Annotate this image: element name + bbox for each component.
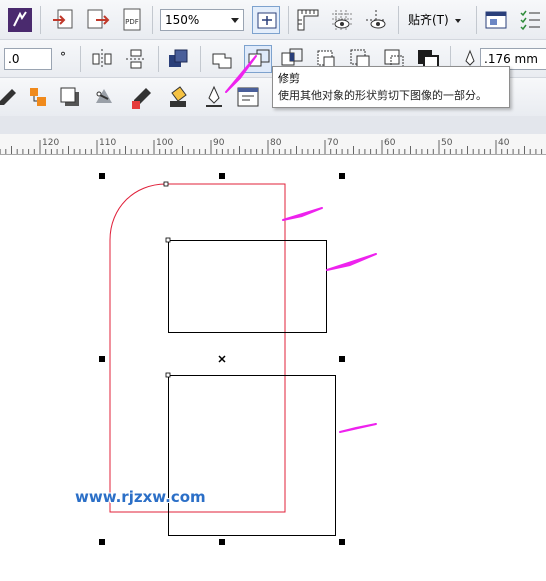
color-eyedropper-icon[interactable] xyxy=(128,83,156,111)
trim-button[interactable] xyxy=(244,45,272,73)
selection-handle[interactable] xyxy=(99,356,105,362)
toolbar-separator xyxy=(398,6,399,34)
ruler-label: 90 xyxy=(213,138,225,148)
tooltip-title: 修剪 xyxy=(278,72,300,85)
ruler-label: 80 xyxy=(270,138,282,148)
node-marker[interactable] xyxy=(163,181,169,187)
toolbar-separator xyxy=(288,6,289,34)
ruler-label: 100 xyxy=(156,138,174,148)
selection-handle[interactable] xyxy=(339,356,345,362)
chevron-down-icon xyxy=(454,18,461,23)
rotation-center-mark[interactable] xyxy=(218,355,226,363)
selection-handle[interactable] xyxy=(339,173,345,179)
annotation-arrow xyxy=(339,423,377,433)
standard-toolbar: PDF 150% 贴齐(T) xyxy=(0,0,546,40)
weld-icon[interactable] xyxy=(208,45,236,73)
upper-rectangle[interactable] xyxy=(168,240,327,333)
ruler-label: 50 xyxy=(441,138,453,148)
node-marker[interactable] xyxy=(165,237,171,243)
document-tab-strip xyxy=(0,116,546,135)
outline-width-value: .176 mm xyxy=(484,52,538,66)
snap-to-label: 贴齐(T) xyxy=(408,13,449,27)
toolbar-separator xyxy=(158,46,159,72)
dropper-tool-icon[interactable] xyxy=(0,83,22,111)
import-icon[interactable] xyxy=(50,6,78,34)
options-checklist-icon[interactable] xyxy=(516,6,544,34)
tooltip-description: 使用其他对象的形状剪切下图像的一部分。 xyxy=(278,89,487,102)
toolbar-separator xyxy=(80,46,81,72)
trimmed-shape-outline[interactable] xyxy=(109,183,286,513)
toolbar-separator xyxy=(152,6,153,34)
drop-shadow-icon[interactable] xyxy=(56,83,84,111)
rotation-angle-value: .0 xyxy=(8,52,20,66)
ruler-label: 120 xyxy=(42,138,60,148)
trim-tooltip: 修剪 使用其他对象的形状剪切下图像的一部分。 xyxy=(272,66,510,108)
show-guidelines-icon[interactable] xyxy=(362,6,390,34)
selection-handle[interactable] xyxy=(219,539,225,545)
full-screen-preview-icon[interactable] xyxy=(252,6,280,34)
mirror-horizontal-icon[interactable] xyxy=(88,45,116,73)
object-properties-icon[interactable] xyxy=(234,83,262,111)
ruler-label: 60 xyxy=(384,138,396,148)
snap-to-dropdown[interactable]: 贴齐(T) xyxy=(408,9,461,31)
transparency-tool-icon[interactable] xyxy=(90,83,118,111)
outline-tool-icon[interactable] xyxy=(200,83,228,111)
toolbar-separator xyxy=(40,6,41,34)
node-marker[interactable] xyxy=(165,372,171,378)
interactive-fill-icon[interactable] xyxy=(164,83,192,111)
export-icon[interactable] xyxy=(84,6,112,34)
zoom-level-dropdown[interactable]: 150% xyxy=(160,9,244,31)
toolbar-separator xyxy=(476,6,477,34)
watermark-text: www.rjzxw.com xyxy=(75,488,206,506)
rotation-angle-input[interactable]: .0 xyxy=(4,48,52,70)
publish-pdf-icon[interactable]: PDF xyxy=(118,6,146,34)
chevron-down-icon xyxy=(231,18,239,23)
ruler-label: 40 xyxy=(498,138,510,148)
ruler-label: 110 xyxy=(99,138,117,148)
selection-handle[interactable] xyxy=(99,173,105,179)
selection-handle[interactable] xyxy=(219,173,225,179)
mirror-vertical-icon[interactable] xyxy=(122,45,150,73)
combine-icon[interactable] xyxy=(164,45,192,73)
selection-handle[interactable] xyxy=(339,539,345,545)
selection-handle[interactable] xyxy=(99,539,105,545)
show-grid-icon[interactable] xyxy=(328,6,356,34)
toolbar-separator xyxy=(200,46,201,72)
show-rulers-icon[interactable] xyxy=(294,6,322,34)
drawing-canvas[interactable] xyxy=(0,154,546,581)
zoom-level-value: 150% xyxy=(165,13,200,27)
degree-symbol: ° xyxy=(60,50,66,64)
smart-fill-icon[interactable] xyxy=(24,83,52,111)
ruler-label: 70 xyxy=(327,138,339,148)
welcome-screen-icon[interactable] xyxy=(482,6,510,34)
app-launcher-icon[interactable] xyxy=(6,6,34,34)
svg-text:PDF: PDF xyxy=(125,18,139,26)
annotation-arrow xyxy=(326,253,377,271)
annotation-arrow xyxy=(282,207,323,221)
